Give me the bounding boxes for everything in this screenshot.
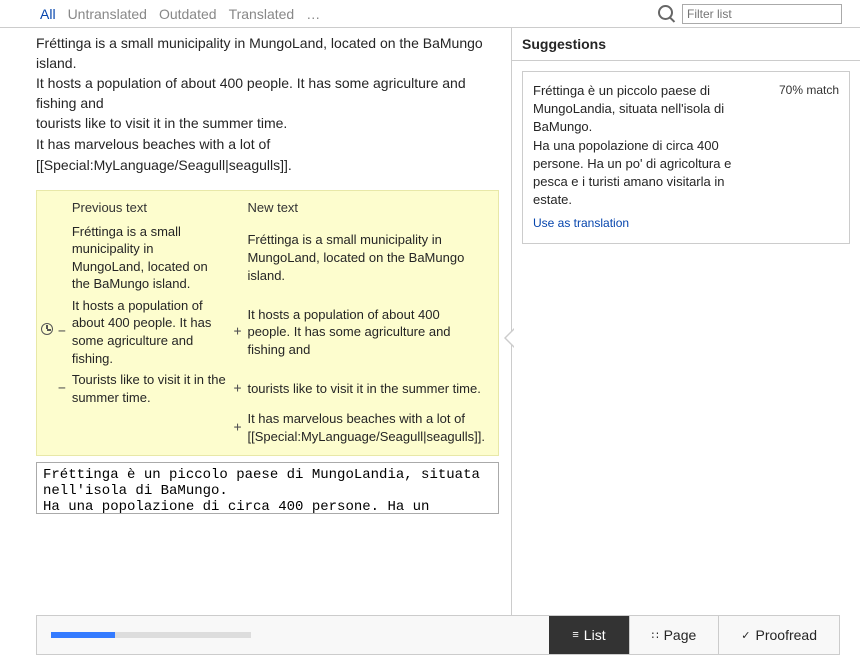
source-line: It has marvelous beaches with a lot of bbox=[36, 135, 493, 155]
filter-tabs: All Untranslated Outdated Translated … bbox=[40, 6, 658, 22]
bottom-bar: ≡ List ∷ Page ✓ Proofread bbox=[36, 615, 840, 655]
diff-prev-cell: It hosts a population of about 400 peopl… bbox=[69, 295, 231, 369]
suggestion-card[interactable]: 70% match Fréttinga è un piccolo paese d… bbox=[522, 71, 850, 244]
grid-icon: ∷ bbox=[652, 629, 658, 642]
list-view-button[interactable]: ≡ List bbox=[549, 616, 628, 654]
list-label: List bbox=[584, 627, 606, 643]
use-as-translation[interactable]: Use as translation bbox=[533, 215, 629, 232]
diff-new-cell: It has marvelous beaches with a lot of [… bbox=[244, 408, 488, 447]
translation-input[interactable] bbox=[36, 462, 499, 514]
diff-box: Previous text New text Fréttinga is a sm… bbox=[36, 190, 499, 456]
diff-sign: + bbox=[231, 408, 245, 447]
diff-new-cell: tourists like to visit it in the summer … bbox=[244, 369, 488, 408]
clock-icon bbox=[41, 323, 53, 335]
page-label: Page bbox=[664, 627, 697, 643]
diff-header-new: New text bbox=[244, 197, 488, 221]
tab-untranslated[interactable]: Untranslated bbox=[68, 6, 147, 22]
tab-more[interactable]: … bbox=[306, 6, 320, 22]
diff-sign: + bbox=[231, 295, 245, 369]
diff-sign bbox=[231, 221, 245, 295]
diff-sign: + bbox=[231, 369, 245, 408]
diff-prev-cell: Fréttinga is a small municipality in Mun… bbox=[69, 221, 231, 295]
diff-table: Previous text New text Fréttinga is a sm… bbox=[55, 197, 488, 447]
suggestion-text: Fréttinga è un piccolo paese di MungoLan… bbox=[533, 82, 839, 209]
proofread-button[interactable]: ✓ Proofread bbox=[718, 616, 839, 654]
check-icon: ✓ bbox=[741, 629, 749, 642]
proofread-label: Proofread bbox=[756, 627, 817, 643]
diff-prev-cell: Tourists like to visit it in the summer … bbox=[69, 369, 231, 408]
tab-outdated[interactable]: Outdated bbox=[159, 6, 217, 22]
source-line: [[Special:MyLanguage/Seagull|seagulls]]. bbox=[36, 156, 493, 176]
diff-sign: − bbox=[55, 369, 69, 408]
collapse-chevron-icon[interactable] bbox=[504, 328, 520, 344]
diff-sign: − bbox=[55, 295, 69, 369]
diff-new-cell: Fréttinga is a small municipality in Mun… bbox=[244, 221, 488, 295]
tab-all[interactable]: All bbox=[40, 6, 56, 22]
filter-input[interactable] bbox=[682, 4, 842, 24]
diff-header-prev: Previous text bbox=[69, 197, 231, 221]
search-icon[interactable] bbox=[658, 5, 676, 23]
diff-new-cell: It hosts a population of about 400 peopl… bbox=[244, 295, 488, 369]
progress-bar bbox=[51, 632, 251, 638]
diff-prev-cell bbox=[69, 408, 231, 447]
page-view-button[interactable]: ∷ Page bbox=[629, 616, 719, 654]
source-line: It hosts a population of about 400 peopl… bbox=[36, 74, 493, 113]
progress-fill bbox=[51, 632, 115, 638]
tab-translated[interactable]: Translated bbox=[229, 6, 295, 22]
diff-sign bbox=[55, 221, 69, 295]
diff-sign bbox=[55, 408, 69, 447]
suggestion-match: 70% match bbox=[779, 82, 839, 99]
list-icon: ≡ bbox=[572, 629, 577, 641]
source-text: Fréttinga is a small municipality in Mun… bbox=[36, 28, 511, 186]
source-line: Fréttinga is a small municipality in Mun… bbox=[36, 34, 493, 73]
suggestions-header: Suggestions bbox=[512, 28, 860, 61]
source-line: tourists like to visit it in the summer … bbox=[36, 114, 493, 134]
